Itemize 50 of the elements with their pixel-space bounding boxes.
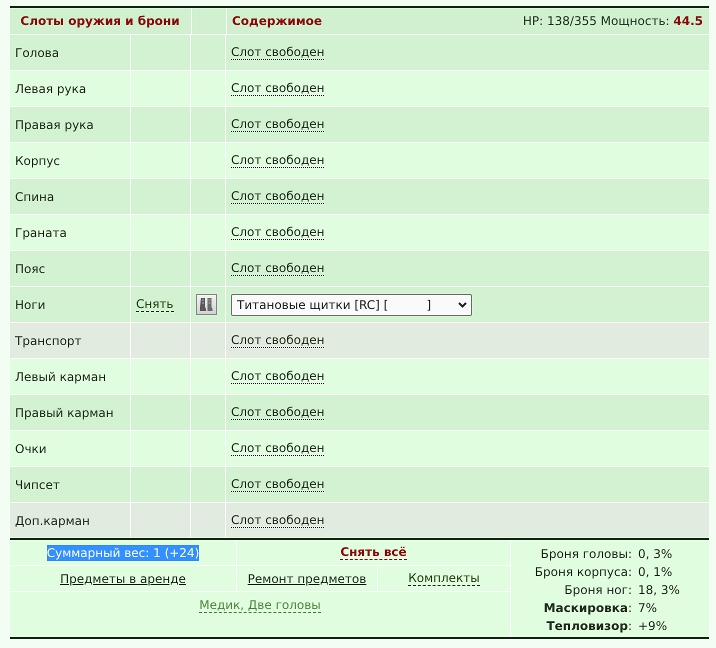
slot-name: Доп.карман <box>15 514 90 528</box>
chevron-down-icon <box>458 302 467 308</box>
stat-label: Маскировка: <box>544 601 632 615</box>
slot-name: Очки <box>15 442 47 456</box>
stat-value: +9% <box>638 619 668 633</box>
slot-name: Транспорт <box>15 334 82 348</box>
slot-name: Граната <box>15 226 67 240</box>
slot-name: Правая рука <box>15 118 94 132</box>
hp-power-stats: HP: 138/355 Мощность: 44.5 <box>522 14 703 28</box>
stat-label: Броня ног: <box>564 583 632 597</box>
slot-name: Правый карман <box>15 406 114 420</box>
column-title: Содержимое <box>232 14 322 28</box>
slot-name: Чипсет <box>15 478 60 492</box>
slot-name: Голова <box>15 46 60 60</box>
perks-link[interactable]: Медик, Две головы <box>199 598 321 613</box>
empty-slot-link[interactable]: Слот свободен <box>231 261 324 276</box>
stat-label: Броня корпуса: <box>534 565 632 579</box>
empty-slot-link[interactable]: Слот свободен <box>231 225 324 240</box>
stat-value: 0, 1% <box>638 565 672 579</box>
slot-name: Левый карман <box>15 370 106 384</box>
empty-slot-link[interactable]: Слот свободен <box>231 81 324 96</box>
remove-all-link[interactable]: Снять всё <box>340 545 407 560</box>
stat-value: 7% <box>638 601 658 615</box>
empty-slot-link[interactable]: Слот свободен <box>231 117 324 132</box>
stat-label: Тепловизор: <box>546 619 632 633</box>
empty-slot-link[interactable]: Слот свободен <box>231 369 324 384</box>
empty-slot-link[interactable]: Слот свободен <box>231 477 324 492</box>
footer-action-link[interactable]: Комплекты <box>408 571 480 586</box>
empty-slot-link[interactable]: Слот свободен <box>231 441 324 456</box>
footer-link[interactable]: Предметы в аренде <box>60 572 186 586</box>
item-select[interactable]: Титановые щитки [RC] [ ] <box>231 294 472 316</box>
empty-slot-link[interactable]: Слот свободен <box>231 333 324 348</box>
stat-value: 18, 3% <box>638 583 680 597</box>
slot-name: Левая рука <box>15 82 86 96</box>
boots-icon[interactable] <box>196 294 217 315</box>
stat-label: Броня головы: <box>540 547 632 561</box>
total-weight: Суммарный вес: 1 (+24) <box>46 544 200 560</box>
empty-slot-link[interactable]: Слот свободен <box>231 513 324 528</box>
slot-name: Корпус <box>15 154 60 168</box>
remove-link[interactable]: Снять <box>136 297 174 312</box>
empty-slot-link[interactable]: Слот свободен <box>231 405 324 420</box>
empty-slot-link[interactable]: Слот свободен <box>231 153 324 168</box>
slot-name: Спина <box>15 190 54 204</box>
empty-slot-link[interactable]: Слот свободен <box>231 189 324 204</box>
slot-name: Пояс <box>15 262 46 276</box>
column-title: Слоты оружия и брони <box>20 14 180 28</box>
stat-value: 0, 3% <box>638 547 672 561</box>
slot-name: Ноги <box>15 298 46 312</box>
footer-link[interactable]: Ремонт предметов <box>248 572 366 586</box>
empty-slot-link[interactable]: Слот свободен <box>231 45 324 60</box>
